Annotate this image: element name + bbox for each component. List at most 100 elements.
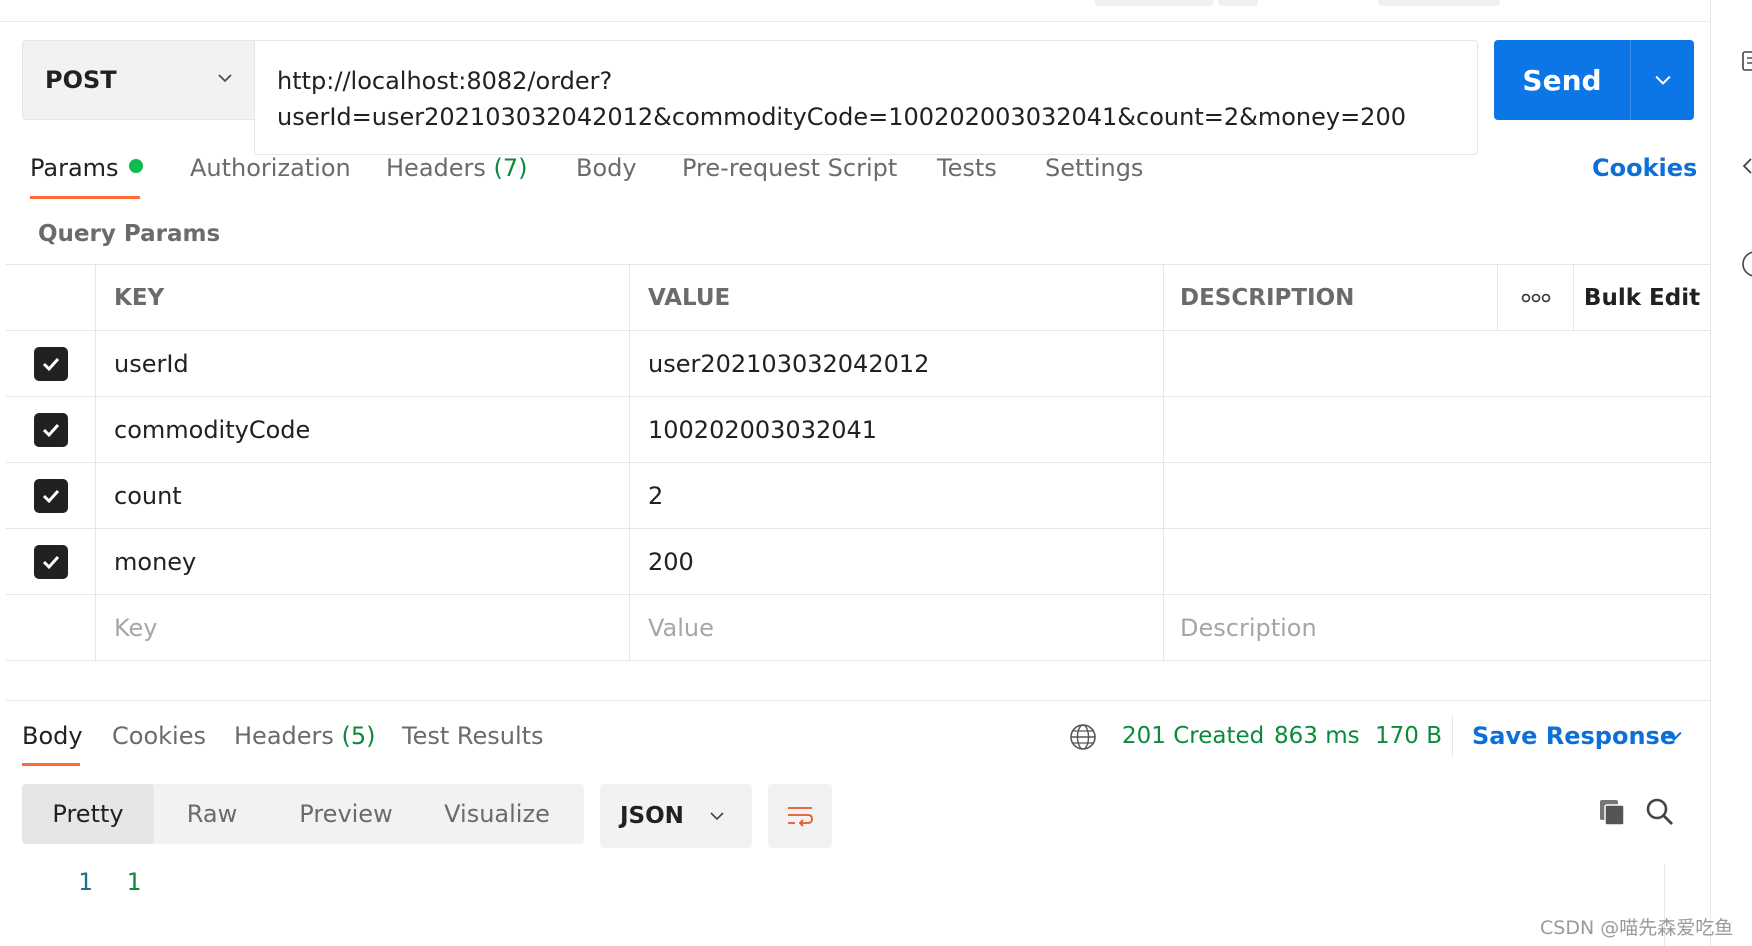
tab-pre-request-script[interactable]: Pre-request Script bbox=[682, 150, 897, 200]
send-label: Send bbox=[1522, 63, 1602, 97]
new-value-input[interactable]: Value bbox=[630, 595, 1164, 661]
param-key[interactable]: money bbox=[96, 529, 630, 595]
info-icon[interactable] bbox=[1741, 250, 1752, 277]
format-select[interactable]: JSON bbox=[600, 784, 752, 848]
response-body-value: 1 bbox=[126, 868, 141, 896]
toolbar-control[interactable] bbox=[1095, 0, 1213, 6]
new-key-input[interactable]: Key bbox=[96, 595, 630, 661]
param-value[interactable]: user202103032042012 bbox=[630, 331, 1164, 397]
tab-label: Tests bbox=[937, 154, 997, 182]
url-input[interactable]: http://localhost:8082/order? userId=user… bbox=[254, 40, 1478, 155]
toolbar-control[interactable] bbox=[1378, 0, 1500, 6]
tab-label: Test Results bbox=[402, 722, 544, 750]
wrap-lines-button[interactable] bbox=[768, 784, 832, 848]
check-icon bbox=[42, 423, 59, 438]
tab-count: (5) bbox=[341, 722, 376, 750]
param-checkbox[interactable] bbox=[33, 413, 68, 447]
status-code[interactable]: 201 Created bbox=[1122, 718, 1264, 754]
param-key[interactable]: commodityCode bbox=[96, 397, 630, 463]
new-description-input[interactable]: Description bbox=[1164, 595, 1710, 661]
tab-settings[interactable]: Settings bbox=[1045, 150, 1143, 200]
table-header-row: KEY VALUE DESCRIPTION Bulk Edit bbox=[6, 265, 1710, 331]
check-icon bbox=[42, 489, 59, 504]
url-line-2: userId=user202103032042012&commodityCode… bbox=[277, 103, 1406, 131]
active-response-tab-indicator bbox=[22, 763, 80, 766]
code-icon[interactable] bbox=[1741, 155, 1752, 177]
cookies-link[interactable]: Cookies bbox=[1592, 150, 1697, 186]
save-response-button[interactable]: Save Response bbox=[1472, 718, 1676, 754]
chevron-down-icon bbox=[218, 74, 232, 83]
param-value[interactable]: 200 bbox=[630, 529, 1164, 595]
globe-icon[interactable] bbox=[1068, 722, 1098, 752]
pane-divider[interactable] bbox=[6, 700, 1710, 701]
chevron-down-icon[interactable] bbox=[1666, 728, 1682, 744]
params-active-dot bbox=[128, 159, 143, 173]
param-description[interactable] bbox=[1164, 529, 1710, 595]
wrap-lines-icon bbox=[788, 807, 813, 827]
param-description[interactable] bbox=[1164, 331, 1710, 397]
param-checkbox[interactable] bbox=[33, 347, 68, 381]
header-check-cell bbox=[6, 265, 96, 331]
info-circle-icon bbox=[1742, 251, 1752, 277]
param-checkbox[interactable] bbox=[33, 545, 68, 579]
param-key[interactable]: count bbox=[96, 463, 630, 529]
tab-authorization[interactable]: Authorization bbox=[190, 150, 351, 200]
more-dots-icon bbox=[1521, 293, 1550, 303]
chevron-left-icon bbox=[1742, 158, 1752, 174]
tab-label: Headers bbox=[386, 154, 486, 182]
send-options-button[interactable] bbox=[1631, 72, 1694, 88]
copy-icon[interactable] bbox=[1596, 796, 1628, 828]
param-description[interactable] bbox=[1164, 463, 1710, 529]
response-body-line: 11 bbox=[78, 868, 141, 896]
tab-body[interactable]: Body bbox=[576, 150, 637, 200]
response-tab-cookies[interactable]: Cookies bbox=[112, 718, 206, 754]
row-check-cell bbox=[6, 331, 96, 397]
response-tab-headers[interactable]: Headers (5) bbox=[234, 718, 376, 754]
param-value[interactable]: 2 bbox=[630, 463, 1164, 529]
tab-label: Cookies bbox=[112, 722, 206, 750]
method-select[interactable]: POST bbox=[22, 40, 254, 120]
row-check-cell bbox=[6, 595, 96, 661]
check-icon bbox=[42, 357, 59, 372]
column-header-description: DESCRIPTION bbox=[1164, 265, 1498, 331]
row-check-cell bbox=[6, 529, 96, 595]
bulk-edit-button[interactable]: Bulk Edit bbox=[1574, 265, 1710, 331]
query-params-table: KEY VALUE DESCRIPTION Bulk Edit userId u… bbox=[6, 264, 1710, 661]
tab-params[interactable]: Params bbox=[30, 150, 143, 200]
more-options-button[interactable] bbox=[1498, 265, 1574, 331]
response-size[interactable]: 170 B bbox=[1375, 718, 1442, 754]
view-raw-button[interactable]: Raw bbox=[166, 784, 258, 844]
param-checkbox[interactable] bbox=[33, 479, 68, 513]
tab-label: Headers bbox=[234, 722, 334, 750]
view-visualize-button[interactable]: Visualize bbox=[422, 784, 572, 844]
toolbar-control[interactable] bbox=[1218, 0, 1258, 6]
response-tab-test-results[interactable]: Test Results bbox=[402, 718, 544, 754]
view-pretty-button[interactable]: Pretty bbox=[22, 784, 154, 844]
row-check-cell bbox=[6, 463, 96, 529]
tab-count: (7) bbox=[493, 154, 528, 182]
param-description[interactable] bbox=[1164, 397, 1710, 463]
view-preview-button[interactable]: Preview bbox=[286, 784, 406, 844]
top-toolbar-strip bbox=[0, 0, 1710, 22]
tab-label: Body bbox=[22, 722, 83, 750]
status-separator bbox=[1452, 716, 1453, 756]
search-icon[interactable] bbox=[1644, 796, 1676, 828]
response-time[interactable]: 863 ms bbox=[1274, 718, 1360, 754]
documentation-icon[interactable] bbox=[1741, 50, 1752, 72]
tab-tests[interactable]: Tests bbox=[937, 150, 997, 200]
response-tab-body[interactable]: Body bbox=[22, 718, 83, 754]
table-row: count 2 bbox=[6, 463, 1710, 529]
url-line-1: http://localhost:8082/order? bbox=[277, 67, 613, 95]
table-row: userId user202103032042012 bbox=[6, 331, 1710, 397]
tab-label: Authorization bbox=[190, 154, 351, 182]
param-key[interactable]: userId bbox=[96, 331, 630, 397]
param-value[interactable]: 100202003032041 bbox=[630, 397, 1164, 463]
table-row: commodityCode 100202003032041 bbox=[6, 397, 1710, 463]
tab-label: Params bbox=[30, 154, 119, 182]
send-button[interactable]: Send bbox=[1494, 40, 1694, 120]
tab-label: Body bbox=[576, 154, 637, 182]
tab-label: Settings bbox=[1045, 154, 1144, 182]
watermark: CSDN @喵先森爱吃鱼 bbox=[1540, 917, 1734, 939]
chevron-down-icon bbox=[710, 812, 724, 821]
tab-headers[interactable]: Headers (7) bbox=[386, 150, 528, 200]
